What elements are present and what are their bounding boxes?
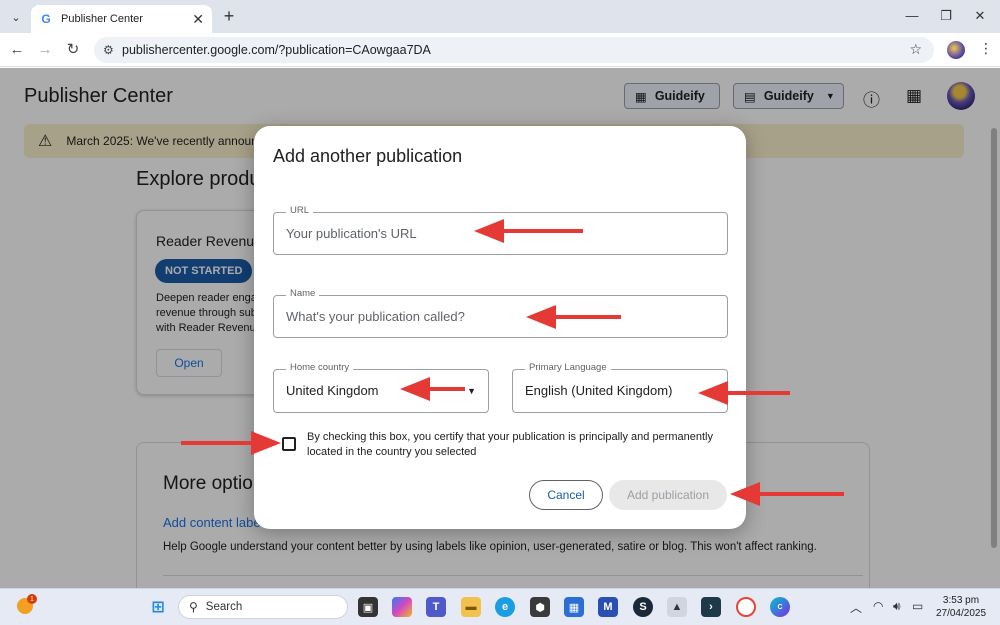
app-icon[interactable]: ▲: [667, 597, 687, 617]
certify-checkbox[interactable]: [282, 437, 296, 451]
search-placeholder: Search: [205, 601, 243, 613]
url-label: URL: [286, 205, 314, 216]
name-placeholder: What's your publication called?: [286, 309, 465, 324]
home-country-value: United Kingdom: [286, 383, 379, 398]
forward-icon[interactable]: →: [36, 41, 54, 59]
copilot-icon[interactable]: [392, 597, 412, 617]
file-explorer-icon[interactable]: ▬: [461, 597, 481, 617]
notification-badge: 1: [27, 594, 37, 604]
task-view-icon[interactable]: ▣: [358, 597, 378, 617]
browser-tabstrip: ⌄ G Publisher Center ✕ + — ❐ ✕: [0, 0, 1000, 33]
name-field[interactable]: Name What's your publication called?: [273, 288, 728, 338]
app-hexagon-icon[interactable]: ⬢: [530, 597, 550, 617]
minimize-icon[interactable]: —: [902, 8, 922, 23]
volume-icon[interactable]: 🔊︎: [893, 599, 901, 614]
steam-icon[interactable]: S: [633, 597, 653, 617]
restore-icon[interactable]: ❐: [936, 8, 956, 24]
url-text: publishercenter.google.com/?publication=…: [122, 43, 431, 57]
cancel-button[interactable]: Cancel: [529, 480, 603, 510]
windows-taskbar: 1 ⊞ ⚲ Search ▣ T ▬ e ⬢ ▦ M S ▲ › C ︿ ◠ 🔊…: [0, 588, 1000, 625]
chrome-icon[interactable]: [736, 597, 756, 617]
new-tab-icon[interactable]: +: [220, 7, 238, 25]
wifi-icon[interactable]: ◠: [873, 599, 883, 613]
certify-text: By checking this box, you certify that y…: [307, 431, 713, 458]
home-country-select[interactable]: Home country United Kingdom ▼: [273, 362, 489, 413]
battery-icon[interactable]: ▭: [912, 599, 923, 613]
taskbar-clock[interactable]: 3:53 pm 27/04/2025: [930, 594, 992, 620]
primary-language-select[interactable]: Primary Language English (United Kingdom…: [512, 362, 728, 413]
browser-menu-icon[interactable]: ⋮: [979, 40, 993, 57]
visual-studio-icon[interactable]: M: [598, 597, 618, 617]
clock-date: 27/04/2025: [935, 608, 987, 619]
taskbar-search[interactable]: ⚲ Search: [178, 595, 348, 619]
close-window-icon[interactable]: ✕: [970, 8, 990, 24]
close-tab-icon[interactable]: ✕: [192, 11, 204, 28]
browser-profile-avatar[interactable]: [947, 41, 965, 59]
address-bar[interactable]: ⚙ publishercenter.google.com/?publicatio…: [94, 37, 934, 63]
store-icon[interactable]: ▦: [564, 597, 584, 617]
reload-icon[interactable]: ↻: [64, 41, 82, 59]
tab-title: Publisher Center: [61, 13, 143, 25]
browser-tab[interactable]: G Publisher Center ✕: [31, 5, 212, 33]
primary-language-label: Primary Language: [525, 362, 611, 373]
dialog-title: Add another publication: [273, 146, 463, 166]
home-country-label: Home country: [286, 362, 354, 373]
tray-chevron-icon[interactable]: ︿: [850, 599, 862, 616]
name-label: Name: [286, 288, 320, 299]
bookmark-star-icon[interactable]: ☆: [909, 41, 922, 58]
teams-icon[interactable]: T: [426, 597, 446, 617]
edge-icon[interactable]: e: [495, 597, 515, 617]
clock-time: 3:53 pm: [942, 595, 980, 606]
search-icon: ⚲: [189, 600, 198, 614]
tab-search-chevron-icon[interactable]: ⌄: [6, 7, 26, 27]
terminal-icon[interactable]: ›: [701, 597, 721, 617]
back-icon[interactable]: ←: [8, 41, 26, 59]
primary-language-value: English (United Kingdom): [525, 383, 673, 398]
windows-start-icon[interactable]: ⊞: [148, 597, 168, 617]
browser-toolbar: ← → ↻ ⚙ publishercenter.google.com/?publ…: [0, 33, 1000, 67]
add-publication-button[interactable]: Add publication: [609, 480, 727, 510]
canva-icon[interactable]: C: [770, 597, 790, 617]
site-info-icon[interactable]: ⚙: [103, 43, 114, 57]
add-publication-dialog: Add another publication URL Your publica…: [254, 126, 746, 529]
google-favicon-icon: G: [41, 12, 51, 26]
dropdown-caret-icon: ▼: [467, 386, 476, 396]
url-field[interactable]: URL Your publication's URL: [273, 205, 728, 255]
url-placeholder: Your publication's URL: [286, 226, 417, 241]
